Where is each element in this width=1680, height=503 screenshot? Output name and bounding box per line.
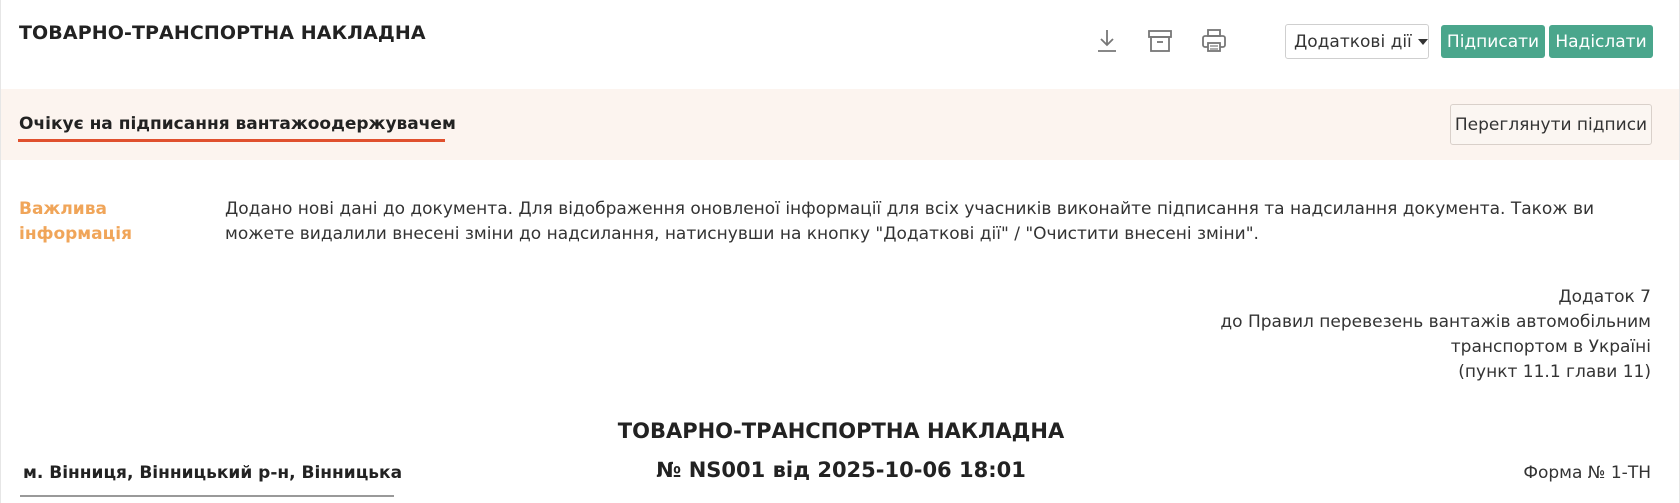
more-actions-dropdown[interactable]: Додаткові дії — [1285, 24, 1429, 59]
more-actions-label: Додаткові дії — [1294, 31, 1412, 52]
print-icon[interactable] — [1200, 26, 1228, 56]
archive-icon[interactable] — [1146, 26, 1174, 56]
status-bar: Очікує на підписання вантажоодержувачем … — [1, 89, 1679, 160]
caret-down-icon — [1417, 38, 1428, 45]
appendix-line: транспортом в Україні — [1450, 337, 1651, 357]
status-text: Очікує на підписання вантажоодержувачем — [19, 114, 456, 134]
send-button[interactable]: Надіслати — [1549, 25, 1653, 58]
appendix-line: Додаток 7 — [1558, 287, 1651, 307]
info-label: Важлива інформація — [19, 199, 132, 244]
download-icon[interactable] — [1093, 26, 1121, 56]
info-text: Додано нові дані до документа. Для відоб… — [225, 199, 1595, 244]
view-signatures-button[interactable]: Переглянути підписи — [1450, 104, 1652, 145]
document-page: ТОВАРНО-ТРАНСПОРТНА НАКЛАДНА Додаткові д… — [0, 0, 1680, 503]
status-underline — [18, 139, 445, 142]
appendix-note: Додаток 7 до Правил перевезень вантажів … — [1051, 285, 1651, 385]
appendix-line: (пункт 11.1 глави 11) — [1458, 362, 1651, 382]
header: ТОВАРНО-ТРАНСПОРТНА НАКЛАДНА Додаткові д… — [1, 0, 1679, 89]
appendix-line: до Правил перевезень вантажів автомобіль… — [1220, 312, 1651, 332]
document-title: ТОВАРНО-ТРАНСПОРТНА НАКЛАДНА — [617, 419, 1065, 443]
document-city: м. Вінниця, Вінницький р-н, Вінницька — [23, 463, 403, 483]
city-underline — [20, 495, 394, 497]
sign-button[interactable]: Підписати — [1441, 25, 1545, 58]
form-number: Форма № 1-ТН — [1523, 463, 1651, 483]
page-title: ТОВАРНО-ТРАНСПОРТНА НАКЛАДНА — [19, 22, 426, 44]
